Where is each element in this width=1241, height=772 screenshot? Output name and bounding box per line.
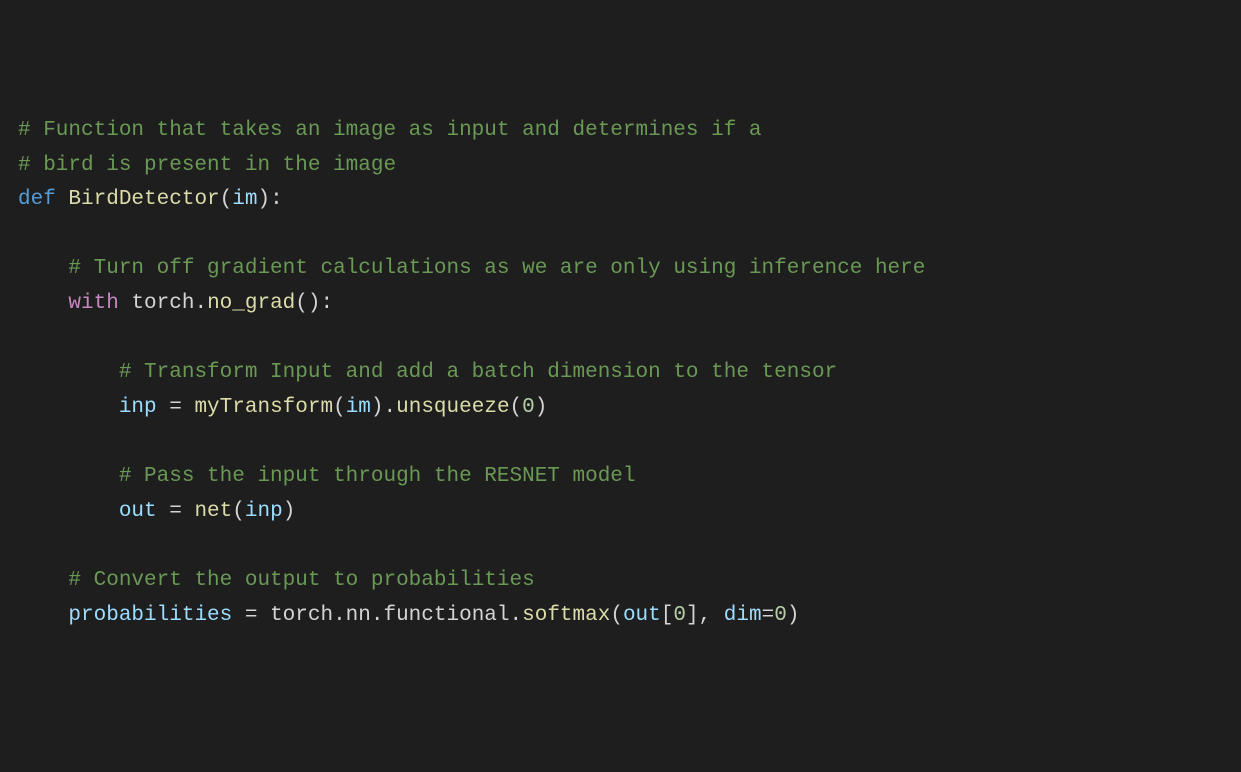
code-line: out = net(inp) xyxy=(18,495,1223,530)
code-line: def BirdDetector(im): xyxy=(18,183,1223,218)
function-call: myTransform xyxy=(194,396,333,419)
parens: (): xyxy=(295,292,333,315)
blank-line xyxy=(18,530,1223,565)
paren: ). xyxy=(371,396,396,419)
bracket: [ xyxy=(661,604,674,627)
function-name: BirdDetector xyxy=(68,188,219,211)
code-line: # Transform Input and add a batch dimens… xyxy=(18,356,1223,391)
code-line: probabilities = torch.nn.functional.soft… xyxy=(18,599,1223,634)
variable: out xyxy=(623,604,661,627)
kwarg: dim xyxy=(724,604,762,627)
code-line: with torch.no_grad(): xyxy=(18,287,1223,322)
paren: ( xyxy=(220,188,233,211)
paren: ) xyxy=(787,604,800,627)
comment: # Function that takes an image as input … xyxy=(18,119,762,142)
blank-line xyxy=(18,218,1223,253)
code-line: # Turn off gradient calculations as we a… xyxy=(18,252,1223,287)
method: no_grad xyxy=(207,292,295,315)
variable: im xyxy=(346,396,371,419)
variable: inp xyxy=(245,500,283,523)
comment: # Pass the input through the RESNET mode… xyxy=(119,465,636,488)
paren: ( xyxy=(232,500,245,523)
space xyxy=(56,188,69,211)
operator: = xyxy=(232,604,270,627)
comment: # Convert the output to probabilities xyxy=(68,569,534,592)
code-line: # Function that takes an image as input … xyxy=(18,114,1223,149)
keyword-with: with xyxy=(68,292,118,315)
operator: = xyxy=(762,604,775,627)
function-call: softmax xyxy=(522,604,610,627)
module-path: torch.nn.functional. xyxy=(270,604,522,627)
number: 0 xyxy=(522,396,535,419)
paren: ( xyxy=(510,396,523,419)
code-line: # bird is present in the image xyxy=(18,149,1223,184)
variable: inp xyxy=(119,396,157,419)
paren: ) xyxy=(283,500,296,523)
blank-line xyxy=(18,426,1223,461)
variable: probabilities xyxy=(68,604,232,627)
paren: ) xyxy=(535,396,548,419)
operator: = xyxy=(157,396,195,419)
bracket: ], xyxy=(686,604,724,627)
number: 0 xyxy=(774,604,787,627)
paren: ( xyxy=(333,396,346,419)
code-line: inp = myTransform(im).unsqueeze(0) xyxy=(18,391,1223,426)
paren: ): xyxy=(257,188,282,211)
comment: # bird is present in the image xyxy=(18,154,396,177)
blank-line xyxy=(18,322,1223,357)
comment: # Turn off gradient calculations as we a… xyxy=(68,257,925,280)
code-editor[interactable]: # Function that takes an image as input … xyxy=(18,114,1223,634)
variable: out xyxy=(119,500,157,523)
parameter: im xyxy=(232,188,257,211)
method: unsqueeze xyxy=(396,396,509,419)
torch: torch. xyxy=(119,292,207,315)
comment: # Transform Input and add a batch dimens… xyxy=(119,361,837,384)
number: 0 xyxy=(673,604,686,627)
code-line: # Convert the output to probabilities xyxy=(18,564,1223,599)
operator: = xyxy=(157,500,195,523)
function-call: net xyxy=(194,500,232,523)
keyword-def: def xyxy=(18,188,56,211)
paren: ( xyxy=(610,604,623,627)
code-line: # Pass the input through the RESNET mode… xyxy=(18,460,1223,495)
